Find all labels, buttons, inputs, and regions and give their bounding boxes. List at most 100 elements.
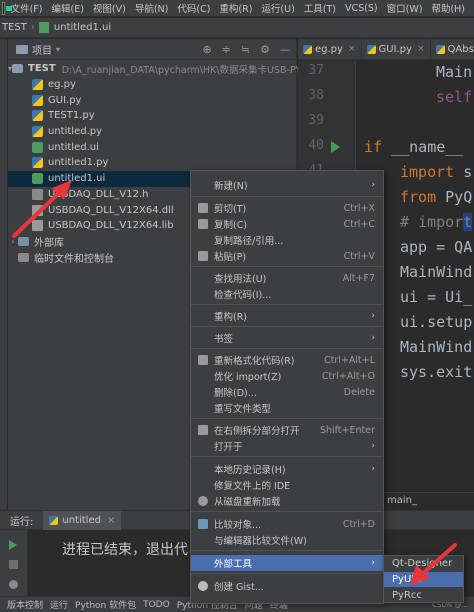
breadcrumb-separator-icon: › — [30, 22, 35, 33]
menu-item-find-usages[interactable]: 查找用法(U) Alt+F7 — [191, 270, 383, 286]
submenu-item-pyrcc[interactable]: PyRcc — [384, 588, 463, 603]
collapse-icon[interactable]: ≒ — [241, 43, 250, 56]
menu-item-external-tools[interactable]: 外部工具 › — [191, 555, 383, 571]
tree-file[interactable]: untitled.ui — [8, 139, 297, 155]
menu-navigate[interactable]: 导航(N) — [135, 1, 169, 15]
menu-file[interactable]: 文件(F) — [11, 1, 43, 15]
tree-file[interactable]: TEST1.py — [8, 108, 297, 124]
gear-icon[interactable]: ⚙ — [260, 43, 270, 56]
line-number: 40 — [308, 138, 324, 153]
project-panel-title[interactable]: 项目 — [32, 42, 52, 57]
tree-item-label: 临时文件和控制台 — [34, 253, 114, 265]
menu-item-copy-path[interactable]: 复制路径/引用... — [191, 232, 383, 248]
rerun-icon[interactable] — [9, 540, 17, 550]
code-line: Main — [436, 63, 473, 81]
menu-item-label: 打开于 — [214, 442, 243, 453]
code-line: self — [436, 88, 473, 106]
menu-window[interactable]: 窗口(W) — [387, 1, 423, 15]
breadcrumb-file[interactable]: untitled1.ui — [54, 22, 111, 33]
menu-vcs[interactable]: VCS(S) — [345, 3, 378, 14]
submenu-arrow-icon: › — [371, 441, 375, 451]
status-todo[interactable]: TODO — [143, 600, 170, 610]
settings-icon[interactable] — [9, 580, 18, 589]
run-gutter-icon[interactable] — [331, 141, 340, 153]
menu-view[interactable]: 视图(V) — [93, 1, 126, 15]
menu-item-open-right-split[interactable]: 在右侧拆分部分打开 Shift+Enter — [191, 422, 383, 438]
menu-item-compare-editor[interactable]: 与编辑器比较文件(W) — [191, 532, 383, 548]
python-file-icon — [32, 79, 43, 91]
tab-qabs[interactable]: QAbs — [431, 39, 474, 59]
collapse-arrow-icon[interactable]: › — [8, 237, 18, 246]
submenu-item-qt-designer[interactable]: Qt-Designer — [384, 556, 463, 571]
menu-item-create-gist[interactable]: 创建 Gist... — [191, 578, 383, 594]
status-vcs[interactable]: 版本控制 — [7, 598, 43, 611]
tree-file-label: GUI.py — [48, 94, 82, 106]
menu-edit[interactable]: 编辑(E) — [51, 1, 83, 15]
menu-item-repair-ide[interactable]: 修复文件上的 IDE — [191, 477, 383, 493]
close-icon[interactable]: × — [107, 515, 115, 526]
status-packages[interactable]: Python 软件包 — [75, 598, 136, 611]
menu-divider — [191, 456, 383, 457]
menu-run[interactable]: 运行(U) — [261, 1, 294, 15]
shortcut: Ctrl+X — [343, 202, 375, 214]
expand-icon[interactable]: ≑ — [222, 43, 231, 56]
tree-file-label: untitled1.py — [48, 157, 109, 169]
submenu-item-pyuic[interactable]: PyUIC — [384, 572, 463, 587]
close-icon[interactable]: × — [348, 44, 356, 54]
menu-item-label: 重新格式化代码(R) — [214, 356, 295, 367]
tree-root-path: D:\A_ruanjian_DATA\pycharm\HK\数据采集卡USB-P… — [61, 64, 308, 76]
navigation-bar: TEST › untitled1.ui — [0, 18, 474, 38]
menu-divider — [191, 196, 383, 197]
breadcrumb-project[interactable]: TEST — [2, 22, 27, 33]
run-tab[interactable]: untitled × — [43, 510, 122, 530]
menu-item-paste[interactable]: 粘贴(P) Ctrl+V — [191, 248, 383, 264]
shortcut: Alt+F7 — [342, 272, 375, 284]
menu-item-label: 书签 — [214, 334, 234, 345]
tree-file[interactable]: untitled1.py — [8, 155, 297, 171]
menu-help[interactable]: 帮助(H) — [431, 1, 465, 15]
menu-tools[interactable]: 工具(T) — [304, 1, 336, 15]
locate-icon[interactable]: ⊕ — [202, 43, 211, 56]
menu-item-new[interactable]: 新建(N) › — [191, 177, 383, 193]
menu-item-local-history[interactable]: 本地历史记录(H) › — [191, 461, 383, 477]
submenu-arrow-icon: › — [371, 464, 375, 474]
menu-item-label: 外部工具 — [214, 559, 253, 570]
menu-divider — [191, 511, 383, 512]
menu-refactor[interactable]: 重构(R) — [219, 1, 252, 15]
menu-item-bookmarks[interactable]: 书签 › — [191, 330, 383, 346]
menu-item-optimize-imports[interactable]: 优化 import(Z) Ctrl+Alt+O — [191, 368, 383, 384]
menu-item-open-in[interactable]: 打开于 › — [191, 438, 383, 454]
hide-icon[interactable]: — — [280, 43, 291, 56]
code-line: ui.setup — [400, 313, 473, 331]
menu-item-compare[interactable]: 比较对象... Ctrl+D — [191, 516, 383, 532]
project-panel-header: 项目 ▾ ⊕ ≑ ≒ ⚙ — — [8, 39, 297, 60]
python-file-icon — [32, 157, 43, 169]
tab-gui[interactable]: GUI.py × — [362, 39, 431, 59]
folder-icon — [12, 64, 24, 74]
tree-root[interactable]: ▾ TEST D:\A_ruanjian_DATA\pycharm\HK\数据采… — [8, 61, 308, 77]
menu-code[interactable]: 代码(C) — [177, 1, 210, 15]
tree-file-label: eg.py — [48, 79, 76, 91]
reformat-icon — [198, 355, 208, 365]
tab-eg[interactable]: eg.py × — [298, 39, 362, 59]
tree-file[interactable]: untitled.py — [8, 124, 297, 140]
shortcut: Ctrl+Alt+O — [321, 370, 375, 382]
menu-item-delete[interactable]: 删除(D)... Delete — [191, 384, 383, 400]
menu-item-reformat[interactable]: 重新格式化代码(R) Ctrl+Alt+L — [191, 352, 383, 368]
menu-item-reload[interactable]: 从磁盘重新加载 — [191, 493, 383, 509]
close-icon[interactable]: × — [417, 44, 425, 54]
editor-breadcrumb[interactable]: main_ — [383, 492, 474, 509]
chevron-down-icon[interactable]: ▾ — [56, 45, 60, 54]
code-keyword: import — [400, 163, 455, 181]
menu-item-refactor[interactable]: 重构(R) › — [191, 308, 383, 324]
menu-item-copy[interactable]: 复制(C) Ctrl+C — [191, 216, 383, 232]
stop-icon[interactable] — [9, 560, 18, 569]
tree-file[interactable]: GUI.py — [8, 92, 297, 108]
tab-label: eg.py — [315, 43, 343, 55]
menu-item-inspect[interactable]: 检查代码(I)... — [191, 286, 383, 302]
menu-item-cut[interactable]: 剪切(T) Ctrl+X — [191, 200, 383, 216]
project-toolbar: ⊕ ≑ ≒ ⚙ — — [202, 43, 291, 56]
status-run[interactable]: 运行 — [50, 598, 68, 611]
menu-item-override-type[interactable]: 重写文件类型 — [191, 400, 383, 416]
tree-file[interactable]: eg.py — [8, 77, 297, 93]
